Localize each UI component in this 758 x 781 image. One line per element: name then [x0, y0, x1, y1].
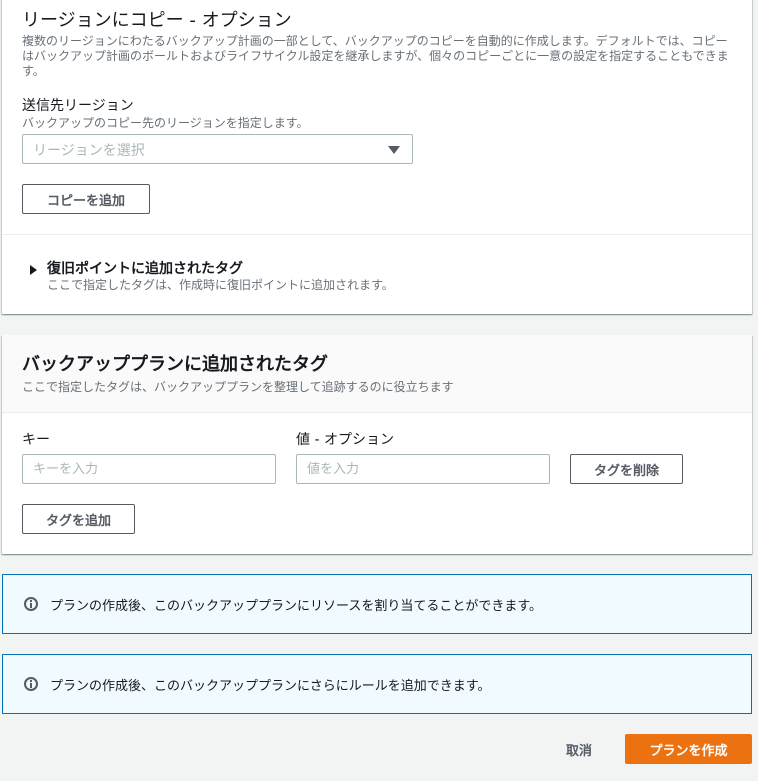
- cancel-button[interactable]: 取消: [552, 737, 606, 761]
- add-copy-button[interactable]: コピーを追加: [22, 184, 150, 214]
- tags-panel-header: バックアッププランに追加されたタグ ここで指定したタグは、バックアッププランを整…: [2, 335, 752, 413]
- info-alert-add-rules: プランの作成後、このバックアッププランにさらにルールを追加できます。: [2, 654, 752, 714]
- info-alert-text: プランの作成後、このバックアッププランにリソースを割り当てることができます。: [50, 599, 543, 614]
- info-alert-assign-resources: プランの作成後、このバックアッププランにリソースを割り当てることができます。: [2, 574, 752, 634]
- recovery-point-tags-description: ここで指定したタグは、作成時に復旧ポイントに追加されます。: [47, 278, 394, 292]
- add-tag-button[interactable]: タグを追加: [22, 504, 135, 534]
- copy-section-description: 複数のリージョンにわたるバックアップ計画の一部として、バックアップのコピーを自動…: [22, 34, 729, 78]
- copy-section-title: リージョンにコピー - オプション: [22, 10, 292, 31]
- info-icon: [24, 677, 38, 691]
- create-plan-button[interactable]: プランを作成: [625, 734, 752, 764]
- destination-region-label: 送信先リージョン: [22, 98, 134, 114]
- caret-down-icon: [388, 146, 400, 154]
- region-select[interactable]: リージョンを選択: [22, 134, 413, 164]
- caret-right-icon[interactable]: [30, 265, 37, 275]
- info-alert-text: プランの作成後、このバックアッププランにさらにルールを追加できます。: [50, 679, 491, 694]
- tag-key-label: キー: [22, 432, 50, 448]
- recovery-point-tags-title[interactable]: 復旧ポイントに追加されたタグ: [47, 258, 243, 278]
- tag-key-input[interactable]: [22, 454, 276, 484]
- copy-to-region-panel: リージョンにコピー - オプション 複数のリージョンにわたるバックアップ計画の一…: [2, 0, 752, 314]
- backup-plan-tags-panel: バックアッププランに追加されたタグ ここで指定したタグは、バックアッププランを整…: [2, 335, 752, 554]
- info-icon: [24, 597, 38, 611]
- region-select-placeholder: リージョンを選択: [33, 143, 145, 159]
- tag-value-input[interactable]: [296, 454, 550, 484]
- tags-section-title: バックアッププランに追加されたタグ: [22, 354, 328, 375]
- tags-section-description: ここで指定したタグは、バックアッププランを整理して追跡するのに役立ちます: [22, 380, 454, 394]
- destination-region-help: バックアップのコピー先のリージョンを指定します。: [22, 116, 309, 130]
- remove-tag-button[interactable]: タグを削除: [570, 454, 683, 484]
- tag-value-label: 値 - オプション: [296, 432, 394, 448]
- divider: [2, 234, 752, 235]
